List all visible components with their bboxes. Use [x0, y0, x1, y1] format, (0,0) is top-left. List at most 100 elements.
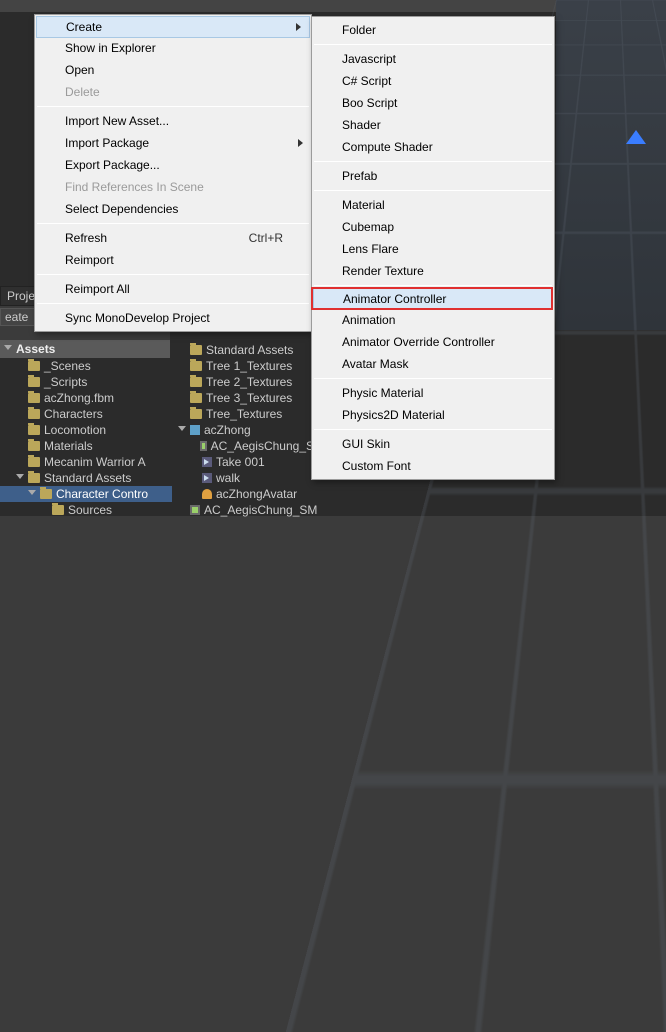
menu-item-import-new-asset[interactable]: Import New Asset...	[35, 110, 311, 132]
menu-separator	[37, 223, 309, 224]
menu-item-select-dependencies[interactable]: Select Dependencies	[35, 198, 311, 220]
folder-icon	[28, 377, 40, 387]
menu-separator	[314, 429, 552, 430]
menu-item-sync-monodevelop-project[interactable]: Sync MonoDevelop Project	[35, 307, 311, 329]
expand-arrow-icon[interactable]	[16, 474, 24, 483]
expand-arrow-icon[interactable]	[178, 426, 186, 435]
assets-tree-left[interactable]: _Scenes_ScriptsacZhong.fbmCharactersLoco…	[0, 358, 172, 518]
tree-item-label: AC_AegisChung_SM	[204, 503, 317, 517]
tree-row[interactable]: Take 001	[174, 454, 324, 470]
tree-row[interactable]: Characters	[0, 406, 172, 422]
menu-item-label: Delete	[65, 85, 100, 99]
menu-separator	[37, 303, 309, 304]
menu-item-animator-override-controller[interactable]: Animator Override Controller	[312, 331, 554, 353]
menu-item-label: Boo Script	[342, 96, 397, 110]
menu-item-reimport[interactable]: Reimport	[35, 249, 311, 271]
tree-item-label: Locomotion	[44, 423, 106, 437]
menu-item-label: Sync MonoDevelop Project	[65, 311, 210, 325]
menu-item-animation[interactable]: Animation	[312, 309, 554, 331]
menu-separator	[314, 44, 552, 45]
tree-row[interactable]: Character Contro	[0, 486, 172, 502]
menu-item-reimport-all[interactable]: Reimport All	[35, 278, 311, 300]
tree-item-label: Take 001	[216, 455, 265, 469]
submenu-arrow-icon	[296, 23, 301, 31]
assets-tree-right[interactable]: Standard AssetsTree 1_TexturesTree 2_Tex…	[174, 342, 324, 518]
menu-item-label: Find References In Scene	[65, 180, 204, 194]
menu-item-label: Folder	[342, 23, 376, 37]
tree-item-label: acZhong	[204, 423, 251, 437]
menu-item-label: GUI Skin	[342, 437, 390, 451]
menu-shortcut: Ctrl+R	[249, 231, 283, 245]
folder-icon	[28, 441, 40, 451]
tree-row[interactable]: Tree 3_Textures	[174, 390, 324, 406]
tree-row[interactable]: Standard Assets	[0, 470, 172, 486]
tree-row[interactable]: acZhong.fbm	[0, 390, 172, 406]
folder-icon	[52, 505, 64, 515]
tree-row[interactable]: Materials	[0, 438, 172, 454]
menu-item-refresh[interactable]: Refresh Ctrl+R	[35, 227, 311, 249]
menu-item-label: C# Script	[342, 74, 391, 88]
menu-item-javascript[interactable]: Javascript	[312, 48, 554, 70]
menu-item-folder[interactable]: Folder	[312, 19, 554, 41]
assets-header[interactable]: Assets	[0, 340, 170, 358]
menu-item-shader[interactable]: Shader	[312, 114, 554, 136]
menu-item-custom-font[interactable]: Custom Font	[312, 455, 554, 477]
menu-item-label: Material	[342, 198, 385, 212]
menu-item-animator-controller[interactable]: Animator Controller	[313, 288, 553, 310]
menu-item-material[interactable]: Material	[312, 194, 554, 216]
tree-row[interactable]: acZhong	[174, 422, 324, 438]
menu-item-import-package[interactable]: Import Package	[35, 132, 311, 154]
context-menu: Create Show in Explorer Open Delete Import N…	[34, 14, 312, 332]
menu-item-create[interactable]: Create	[36, 16, 310, 38]
tree-item-label: Character Contro	[56, 487, 148, 501]
menu-item-open[interactable]: Open	[35, 59, 311, 81]
tree-row[interactable]: _Scenes	[0, 358, 172, 374]
menu-item-physic-material[interactable]: Physic Material	[312, 382, 554, 404]
menu-item-label: Export Package...	[65, 158, 160, 172]
tree-item-label: Materials	[44, 439, 93, 453]
tree-row[interactable]: Locomotion	[0, 422, 172, 438]
menu-separator	[37, 274, 309, 275]
tree-item-label: _Scenes	[44, 359, 91, 373]
menu-item-label: Import New Asset...	[65, 114, 169, 128]
folder-icon	[28, 425, 40, 435]
tree-row[interactable]: acZhongAvatar	[174, 486, 324, 502]
scene-viewport[interactable]	[556, 0, 666, 330]
menu-item-export-package[interactable]: Export Package...	[35, 154, 311, 176]
tree-row[interactable]: Tree_Textures	[174, 406, 324, 422]
cube-icon	[190, 425, 200, 435]
tree-row[interactable]: Standard Assets	[174, 342, 324, 358]
folder-icon	[190, 393, 202, 403]
tree-item-label: acZhongAvatar	[216, 487, 297, 501]
menu-item-label: Reimport	[65, 253, 114, 267]
menu-item-label: Refresh	[65, 231, 107, 245]
folder-icon	[40, 489, 52, 499]
menu-item-render-texture[interactable]: Render Texture	[312, 260, 554, 282]
menu-item-compute-shader[interactable]: Compute Shader	[312, 136, 554, 158]
avatar-icon	[202, 489, 212, 499]
tree-row[interactable]: Tree 1_Textures	[174, 358, 324, 374]
tree-item-label: Tree 2_Textures	[206, 375, 292, 389]
expand-arrow-icon[interactable]	[28, 490, 36, 499]
z-axis-gizmo-icon[interactable]	[626, 130, 646, 144]
menu-item-label: Compute Shader	[342, 140, 433, 154]
menu-item-avatar-mask[interactable]: Avatar Mask	[312, 353, 554, 375]
tree-row[interactable]: walk	[174, 470, 324, 486]
menu-item-cubemap[interactable]: Cubemap	[312, 216, 554, 238]
menu-item-label: Show in Explorer	[65, 41, 156, 55]
menu-item-boo-script[interactable]: Boo Script	[312, 92, 554, 114]
tree-row[interactable]: Tree 2_Textures	[174, 374, 324, 390]
menu-item-c-script[interactable]: C# Script	[312, 70, 554, 92]
menu-item-lens-flare[interactable]: Lens Flare	[312, 238, 554, 260]
tree-row[interactable]: AC_AegisChung_SM	[174, 438, 324, 454]
tree-row[interactable]: _Scripts	[0, 374, 172, 390]
tree-item-label: AC_AegisChung_SM	[211, 439, 324, 453]
tree-row[interactable]: Mecanim Warrior A	[0, 454, 172, 470]
tree-item-label: walk	[216, 471, 240, 485]
menu-item-gui-skin[interactable]: GUI Skin	[312, 433, 554, 455]
menu-item-label: Shader	[342, 118, 381, 132]
menu-item-physics2d-material[interactable]: Physics2D Material	[312, 404, 554, 426]
menu-item-prefab[interactable]: Prefab	[312, 165, 554, 187]
menu-item-show-in-explorer[interactable]: Show in Explorer	[35, 37, 311, 59]
clip-icon	[202, 473, 212, 483]
